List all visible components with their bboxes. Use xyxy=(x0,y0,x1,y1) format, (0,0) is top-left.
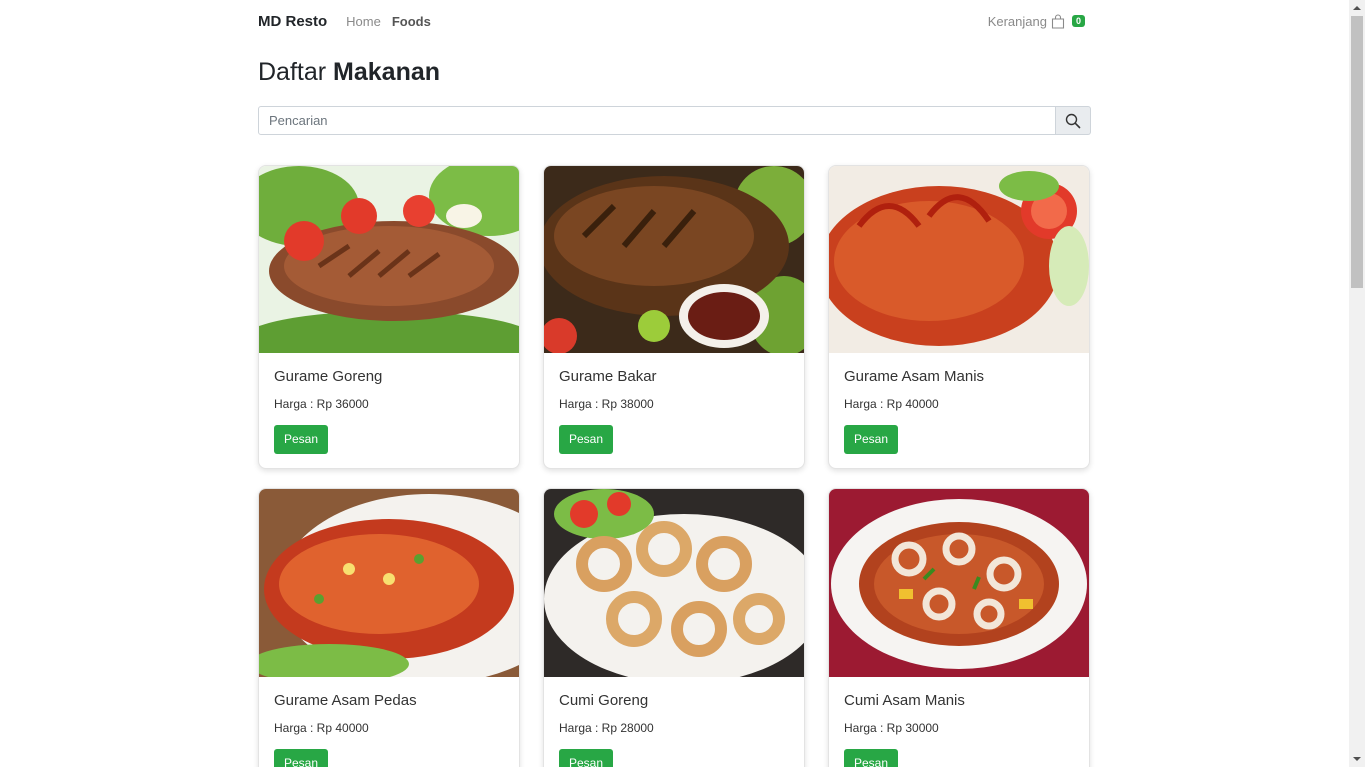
order-button[interactable]: Pesan xyxy=(274,749,329,767)
food-price: Harga : Rp 28000 xyxy=(559,721,654,735)
nav-link-foods[interactable]: Foods xyxy=(392,14,431,29)
shopping-bag-icon xyxy=(1051,13,1065,29)
food-card: Cumi Goreng Harga : Rp 28000 Pesan xyxy=(543,488,805,767)
fried-fish-photo xyxy=(259,166,519,353)
food-card: Gurame Asam Manis Harga : Rp 40000 Pesan xyxy=(828,165,1090,469)
card-body: Gurame Asam Manis Harga : Rp 40000 Pesan xyxy=(829,368,1089,454)
sweet-sour-squid-photo xyxy=(829,489,1089,677)
card-body: Gurame Goreng Harga : Rp 36000 Pesan xyxy=(259,368,519,454)
food-price: Harga : Rp 36000 xyxy=(274,397,369,411)
food-name: Gurame Asam Pedas xyxy=(274,692,417,709)
food-price: Harga : Rp 30000 xyxy=(844,721,939,735)
food-card: Gurame Goreng Harga : Rp 36000 Pesan xyxy=(258,165,520,469)
page-title-light: Daftar xyxy=(258,58,327,86)
page-title-bold: Makanan xyxy=(333,58,441,86)
search-button[interactable] xyxy=(1056,106,1091,135)
vertical-scrollbar[interactable] xyxy=(1349,0,1365,767)
search-bar xyxy=(258,106,1091,135)
sweet-sour-fish-photo xyxy=(829,166,1089,353)
card-body: Gurame Asam Pedas Harga : Rp 40000 Pesan xyxy=(259,692,519,767)
brand-logo[interactable]: MD Resto xyxy=(258,13,327,30)
cart-link[interactable]: Keranjang 0 xyxy=(988,14,1085,29)
nav-link-home[interactable]: Home xyxy=(346,14,381,29)
food-price: Harga : Rp 38000 xyxy=(559,397,654,411)
food-price: Harga : Rp 40000 xyxy=(844,397,939,411)
card-body: Gurame Bakar Harga : Rp 38000 Pesan xyxy=(544,368,804,454)
food-name: Gurame Goreng xyxy=(274,368,383,385)
search-icon xyxy=(1065,113,1081,128)
fried-squid-photo xyxy=(544,489,804,677)
navbar: MD Resto Home Foods Keranjang 0 xyxy=(258,0,1090,42)
search-input[interactable] xyxy=(258,106,1056,135)
page-title: Daftar Makanan xyxy=(258,58,440,87)
order-button[interactable]: Pesan xyxy=(844,749,899,767)
order-button[interactable]: Pesan xyxy=(559,425,614,454)
grilled-fish-photo xyxy=(544,166,804,353)
food-name: Cumi Goreng xyxy=(559,692,649,709)
cart-label: Keranjang xyxy=(987,13,1047,29)
scroll-up-icon[interactable] xyxy=(1349,0,1365,16)
scroll-down-icon[interactable] xyxy=(1349,751,1365,767)
card-body: Cumi Goreng Harga : Rp 28000 Pesan xyxy=(544,692,804,767)
food-name: Cumi Asam Manis xyxy=(844,692,965,709)
order-button[interactable]: Pesan xyxy=(844,425,899,454)
food-name: Gurame Bakar xyxy=(559,368,657,385)
order-button[interactable]: Pesan xyxy=(559,749,614,767)
page: MD Resto Home Foods Keranjang 0 Daftar M… xyxy=(0,0,1365,767)
spicy-fish-photo xyxy=(259,489,519,677)
cart-count-badge: 0 xyxy=(1071,15,1085,27)
food-name: Gurame Asam Manis xyxy=(844,368,985,385)
scrollbar-thumb[interactable] xyxy=(1351,16,1363,288)
card-body: Cumi Asam Manis Harga : Rp 30000 Pesan xyxy=(829,692,1089,767)
food-card: Gurame Asam Pedas Harga : Rp 40000 Pesan xyxy=(258,488,520,767)
food-card: Cumi Asam Manis Harga : Rp 30000 Pesan xyxy=(828,488,1090,767)
food-price: Harga : Rp 40000 xyxy=(274,721,369,735)
order-button[interactable]: Pesan xyxy=(274,425,329,454)
food-card: Gurame Bakar Harga : Rp 38000 Pesan xyxy=(543,165,805,469)
